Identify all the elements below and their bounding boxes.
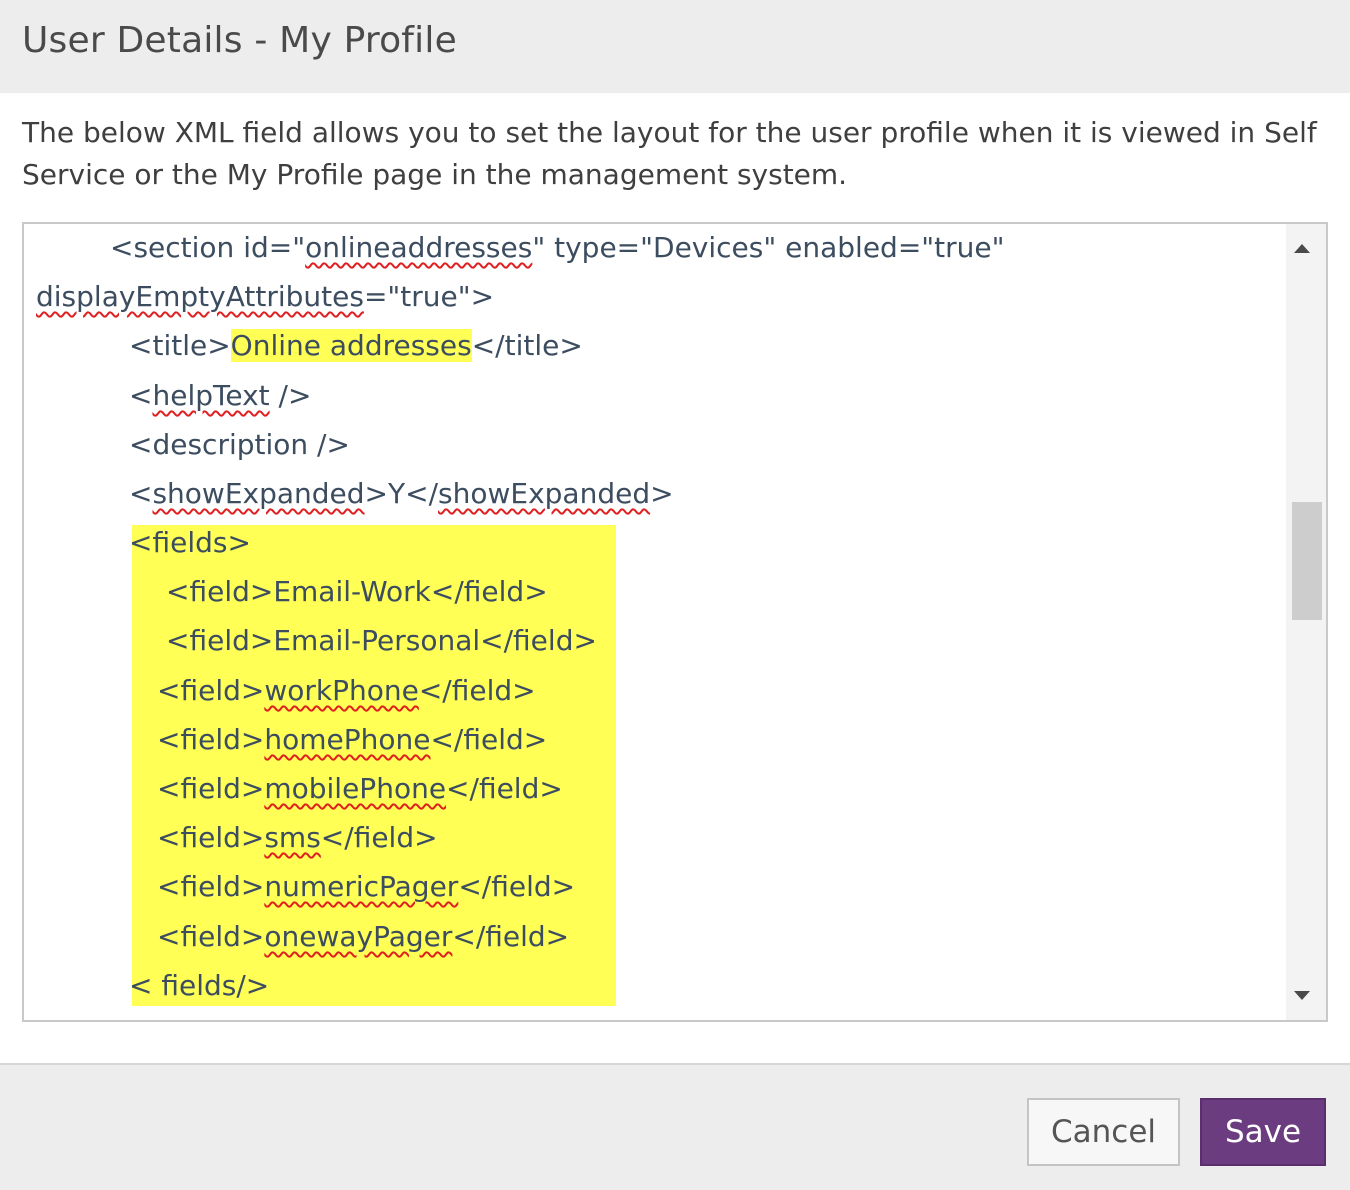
code-line: <section id="onlineaddresses" type="Devi… — [110, 231, 1005, 264]
code-line: <description /> — [129, 428, 350, 461]
code-line: < fields/> — [129, 969, 270, 1002]
intro-text: The below XML field allows you to set th… — [22, 116, 1317, 191]
code-line: <showExpanded>Y</showExpanded> — [129, 477, 674, 510]
code-line: <field>sms</field> — [157, 821, 438, 854]
cancel-button[interactable]: Cancel — [1027, 1098, 1180, 1166]
code-line: <field>mobilePhone</field> — [157, 772, 563, 805]
save-button[interactable]: Save — [1200, 1098, 1326, 1166]
code-line: <field>homePhone</field> — [157, 723, 548, 756]
code-line: <field>workPhone</field> — [157, 674, 536, 707]
dialog-title: User Details - My Profile — [22, 20, 457, 61]
scroll-down-arrow-icon[interactable] — [1294, 991, 1310, 1000]
xml-editor[interactable]: <section id="onlineaddresses" type="Devi… — [22, 222, 1328, 1022]
code-line: <field>numericPager</field> — [157, 870, 576, 903]
vertical-scrollbar[interactable] — [1286, 224, 1326, 1020]
scroll-thumb[interactable] — [1292, 502, 1322, 620]
code-line: <title>Online addresses</title> — [129, 329, 583, 362]
dialog-footer: Cancel Save — [0, 1063, 1350, 1190]
code-line: <helpText /> — [129, 379, 312, 412]
scroll-up-arrow-icon[interactable] — [1294, 244, 1310, 253]
dialog-header: User Details - My Profile — [0, 0, 1350, 93]
code-line: <field>onewayPager</field> — [157, 920, 570, 953]
code-line: <field>Email-Personal</field> — [166, 624, 597, 657]
xml-code[interactable]: <section id="onlineaddresses" type="Devi… — [24, 224, 1288, 1020]
code-line: displayEmptyAttributes="true"> — [36, 280, 495, 313]
code-line: <field>Email-Work</field> — [166, 575, 548, 608]
code-line: <fields> — [129, 526, 251, 559]
